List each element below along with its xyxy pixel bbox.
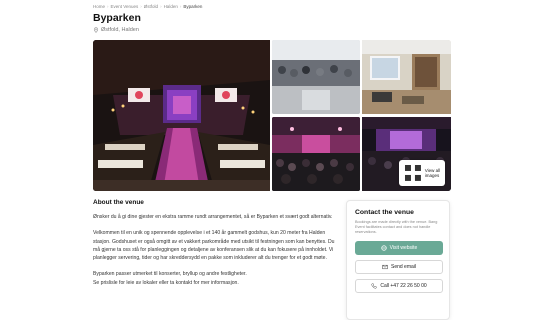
about-description: Ønsker du å gi dine gjester en ekstra ra…	[93, 213, 338, 295]
venue-photo-audience[interactable]	[272, 40, 360, 114]
call-button[interactable]: Call +47 22 26 50 00	[355, 279, 443, 293]
breadcrumb-current: Byparken	[183, 4, 203, 9]
venue-photo-lounge[interactable]	[362, 40, 451, 114]
send-email-label: Send email	[390, 264, 416, 270]
page-title: Byparken	[93, 12, 141, 24]
contact-card: Contact the venue Bookings are made dire…	[346, 200, 450, 320]
venue-location: Østfold, Halden	[93, 27, 139, 33]
main-venue-photo[interactable]	[93, 40, 270, 191]
breadcrumb-region[interactable]: Østfold	[144, 4, 158, 9]
location-text: Østfold, Halden	[101, 27, 139, 33]
breadcrumb-separator: ›	[179, 4, 182, 9]
venue-photo-concert[interactable]: View all images	[362, 117, 451, 191]
envelope-icon	[382, 264, 388, 270]
visit-website-label: Visit website	[389, 245, 418, 251]
phone-icon	[371, 283, 377, 289]
visit-website-button[interactable]: Visit website	[355, 241, 443, 255]
call-label: Call +47 22 26 50 00	[380, 283, 427, 289]
breadcrumb-city[interactable]: Halden	[164, 4, 178, 9]
about-heading: About the venue	[93, 199, 144, 206]
breadcrumb-event-venues[interactable]: Event Venues	[111, 4, 139, 9]
breadcrumb-home[interactable]: Home	[93, 4, 105, 9]
contact-title: Contact the venue	[355, 209, 414, 216]
view-all-images-label: View all images	[424, 168, 441, 179]
photo-gallery: View all images	[93, 40, 451, 191]
about-paragraph: Velkommen til en unik og spennende opple…	[93, 230, 335, 262]
about-paragraph: Ønsker du å gi dine gjester en ekstra ra…	[93, 214, 333, 220]
send-email-button[interactable]: Send email	[355, 260, 443, 274]
about-paragraph: Byparken passer utmerket til konserter, …	[93, 271, 247, 278]
breadcrumb-separator: ›	[140, 4, 142, 9]
breadcrumb-separator: ›	[160, 4, 162, 9]
contact-note: Bookings are made directly with the venu…	[355, 220, 438, 234]
breadcrumb: Home › Event Venues › Østfold › Halden ›…	[93, 4, 202, 9]
view-all-images-button[interactable]: View all images	[398, 160, 445, 186]
location-pin-icon	[93, 27, 99, 33]
grid-icon	[404, 165, 421, 182]
about-paragraph: Se prislisle for leie av lokaler eller t…	[93, 279, 239, 286]
globe-icon	[380, 245, 387, 251]
breadcrumb-separator: ›	[107, 4, 109, 9]
venue-photo-stage[interactable]	[272, 117, 360, 191]
